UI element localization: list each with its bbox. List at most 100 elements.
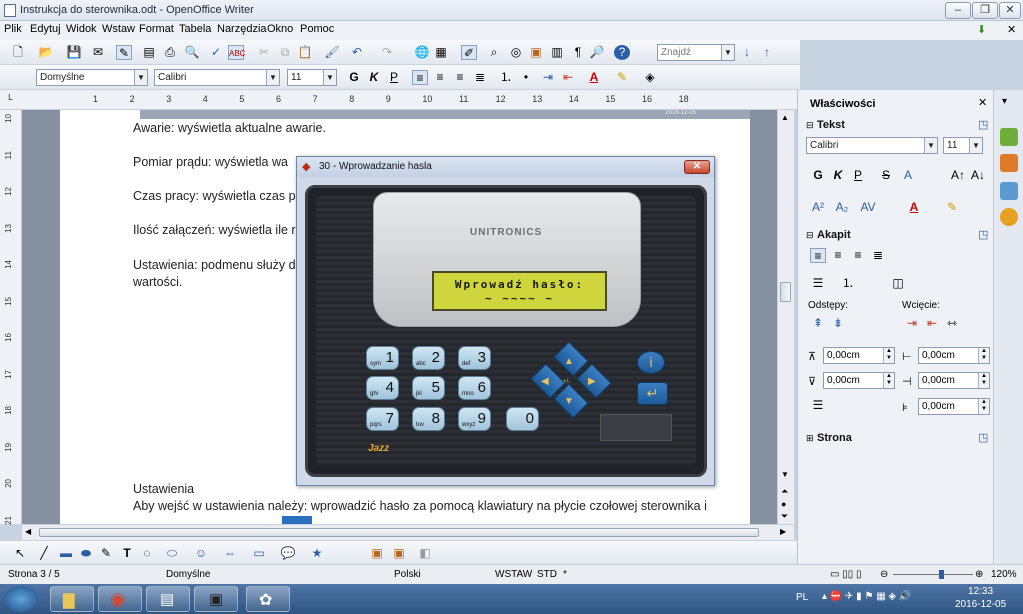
properties-deck-icon[interactable]	[1000, 128, 1018, 146]
rectangle-icon[interactable]: ▬	[58, 546, 74, 561]
hyperlink-icon[interactable]: 🌐	[414, 45, 430, 60]
bullets-icon[interactable]: •	[518, 70, 534, 85]
first-line-indent[interactable]: 0,00cm ▲ ▼	[918, 398, 990, 415]
help-icon[interactable]: ?	[614, 45, 630, 60]
callouts-icon[interactable]: 💬	[280, 546, 296, 561]
highlight-icon[interactable]: ✎	[614, 70, 630, 85]
next-page-icon[interactable]: ⏷	[781, 511, 788, 522]
datasources-icon[interactable]: ▥	[549, 45, 565, 60]
zoom-icon[interactable]: 🔎	[589, 45, 605, 60]
print-icon[interactable]: ⎙	[162, 45, 178, 60]
zoom-out-icon[interactable]: ⊖	[880, 569, 888, 580]
spellcheck-icon[interactable]: ✓	[208, 45, 224, 60]
zoom-slider-knob[interactable]	[939, 570, 944, 579]
subscript-icon[interactable]: A₂	[834, 200, 850, 215]
styles-deck-icon[interactable]	[1000, 154, 1018, 172]
enter-key[interactable]: ↵	[637, 382, 668, 405]
new-document-icon[interactable]: 🗋	[10, 45, 26, 60]
sidebar-highlight-icon[interactable]: ✎	[944, 200, 960, 215]
keypad-key-3[interactable]: def 3	[458, 346, 491, 370]
basic-shapes-icon[interactable]: ⬭	[164, 546, 180, 561]
explorer-taskbar-icon[interactable]: ▇	[50, 586, 94, 612]
table-icon[interactable]: ▦	[433, 45, 449, 60]
close-button[interactable]: ✕	[999, 2, 1021, 19]
scroll-up-icon[interactable]: ▲	[781, 113, 789, 122]
line-spacing-icon[interactable]: ☰	[810, 398, 826, 413]
sidebar-size-select[interactable]: 11 ▼	[943, 137, 983, 154]
zoom-slider[interactable]	[893, 570, 973, 579]
deck-menu-icon[interactable]: ▾	[1002, 96, 1007, 107]
stars-icon[interactable]: ★	[309, 546, 325, 561]
keypad-key-9[interactable]: wxyz 9	[458, 407, 491, 431]
increase-spacing-icon[interactable]: ⇞	[810, 316, 826, 331]
sidebar-align-left-icon[interactable]: ≡	[810, 248, 826, 263]
section-text-header[interactable]: Tekst	[817, 119, 845, 131]
above-paragraph-spacing[interactable]: 0,00cm ▲ ▼	[823, 347, 895, 364]
maximize-button[interactable]: ❐	[972, 2, 998, 19]
sidebar-close-icon[interactable]: ✕	[978, 96, 987, 109]
decrease-spacing-icon[interactable]: ⇟	[830, 316, 846, 331]
align-left-icon[interactable]: ≡	[412, 70, 428, 85]
grow-font-icon[interactable]: A↑	[950, 168, 966, 183]
keypad-key-5[interactable]: jkl 5	[412, 376, 445, 400]
vertical-ruler[interactable]: 10 11 12 13 14 15 16 17 18 19 20 21	[0, 110, 22, 524]
font-size-select[interactable]: 11 ▼	[287, 69, 337, 86]
save-icon[interactable]: 💾	[66, 45, 82, 60]
find-next-icon[interactable]: ↓	[739, 45, 755, 60]
paragraph-background-icon[interactable]: ◫	[890, 276, 906, 291]
photos-taskbar-icon[interactable]: ▤	[146, 586, 190, 612]
character-spacing-icon[interactable]: AV	[860, 200, 876, 215]
edit-mode-icon[interactable]: ✎	[116, 45, 132, 60]
zoom-level[interactable]: 120%	[991, 569, 1017, 580]
tab-stop-selector[interactable]: └	[6, 94, 12, 104]
menu-tabela[interactable]: Tabela	[179, 23, 211, 35]
flowchart-icon[interactable]: ▭	[251, 546, 267, 561]
sidebar-align-center-icon[interactable]: ≡	[830, 248, 846, 263]
scroll-down-icon[interactable]: ▼	[781, 470, 789, 479]
after-text-indent[interactable]: 0,00cm ▲ ▼	[918, 372, 990, 389]
keypad-key-7[interactable]: pqrs 7	[366, 407, 399, 431]
strikethrough-icon[interactable]: S	[878, 168, 894, 183]
plc-software-taskbar-icon[interactable]: ▣	[194, 586, 238, 612]
find-replace-icon[interactable]: ⌕	[486, 45, 502, 60]
language-status[interactable]: Polski	[394, 569, 421, 580]
open-icon[interactable]: 📂	[38, 45, 54, 60]
gallery-deck-icon[interactable]	[1000, 182, 1018, 200]
menu-format[interactable]: Format	[139, 23, 174, 35]
close-document-icon[interactable]: ✕	[1007, 23, 1016, 36]
paragraph-style-select[interactable]: Domyślne ▼	[36, 69, 148, 86]
increase-indent-icon[interactable]: ⇥	[540, 70, 556, 85]
menu-plik[interactable]: Plik	[4, 23, 22, 35]
undo-icon[interactable]: ↶	[349, 45, 365, 60]
clone-format-icon[interactable]: 🖌	[324, 45, 340, 60]
sidebar-underline-button[interactable]: P	[850, 168, 866, 183]
sidebar-bold-button[interactable]: G	[810, 168, 826, 183]
scroll-thumb[interactable]	[780, 282, 791, 302]
sidebar-numbering-icon[interactable]: ⒈	[840, 276, 856, 291]
find-input[interactable]: Znajdź ▼	[657, 44, 735, 61]
sidebar-decrease-indent-icon[interactable]: ⇤	[924, 316, 940, 331]
menu-widok[interactable]: Widok	[66, 23, 97, 35]
vertical-scrollbar[interactable]: ▲ ▼ ⏶ ● ⏷	[777, 110, 794, 524]
menu-wstaw[interactable]: Wstaw	[102, 23, 135, 35]
insert-mode[interactable]: WSTAW	[495, 569, 532, 580]
collapse-icon[interactable]: ⊟	[806, 120, 814, 131]
sidebar-font-select[interactable]: Calibri ▼	[806, 137, 938, 154]
gallery-icon[interactable]: ▣	[528, 45, 544, 60]
menu-edytuj[interactable]: Edytuj	[30, 23, 61, 35]
scroll-left-icon[interactable]: ◀	[25, 527, 31, 536]
before-text-indent[interactable]: 0,00cm ▲ ▼	[918, 347, 990, 364]
below-paragraph-spacing[interactable]: 0,00cm ▲ ▼	[823, 372, 895, 389]
more-options-icon[interactable]: ◳	[978, 431, 988, 444]
sidebar-justify-icon[interactable]: ≣	[870, 248, 886, 263]
paste-icon[interactable]: 📋	[297, 45, 313, 60]
section-page-header[interactable]: Strona	[817, 432, 852, 444]
align-right-icon[interactable]: ≡	[452, 70, 468, 85]
hanging-indent-icon[interactable]: ⇿	[944, 316, 960, 331]
from-file-icon[interactable]: ▣	[391, 546, 407, 561]
horizontal-scrollbar[interactable]: ◀ ▶	[22, 524, 794, 540]
keypad-key-8[interactable]: tuv 8	[412, 407, 445, 431]
zoom-in-icon[interactable]: ⊕	[975, 569, 983, 580]
block-arrows-icon[interactable]: ⇔	[222, 546, 238, 561]
shadow-icon[interactable]: A	[900, 168, 916, 183]
